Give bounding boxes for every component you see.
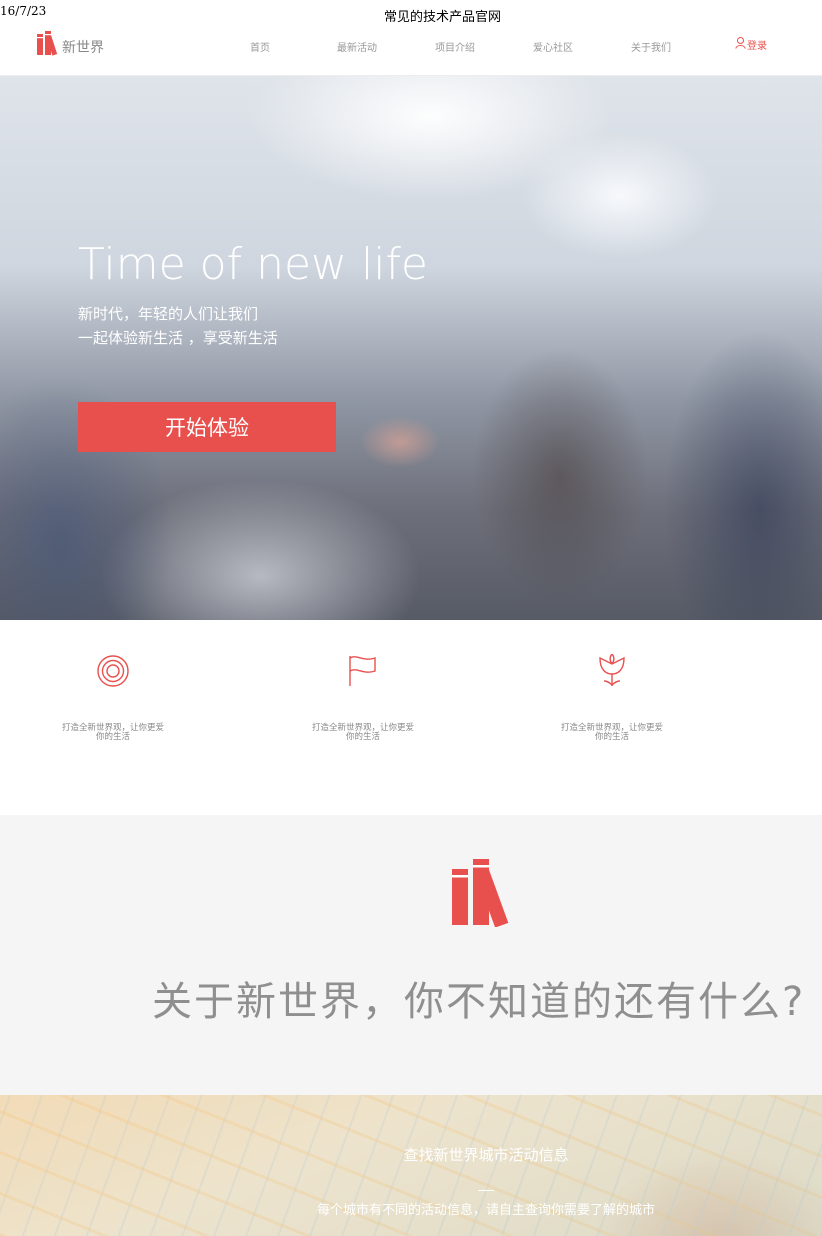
about-section: 关于新世界，你不知道的还有什么? [0,815,822,1095]
flag-icon [347,654,379,692]
features-section: 打造全新世界观，让你更爱 你的生活 打造全新世界观，让你更爱 你的生活 打造全新 [0,620,822,815]
city-search-title: 查找新世界城市活动信息 [403,1146,569,1164]
city-search-section: 查找新世界城市活动信息 每个城市有不同的活动信息，请自主查询你需要了解的城市 [0,1095,822,1236]
feature-text-line2: 你的生活 [95,732,130,742]
feature-text: 打造全新世界观，让你更爱 你的生活 [293,724,433,742]
hero-subtitle-line2: 一起体验新生活 ，享受新生活 [78,329,278,347]
login-label: 登录 [747,41,767,52]
feature-text-line2: 你的生活 [345,732,380,742]
feature-text-line2: 你的生活 [594,732,629,742]
books-logo-icon [452,855,524,931]
feature-text: 打造全新世界观，让你更爱 你的生活 [43,724,183,742]
nav-item-projects[interactable]: 项目介绍 [435,39,475,54]
user-icon [735,37,747,52]
start-experience-button[interactable]: 开始体验 [78,402,336,452]
logo-text: 新世界 [62,40,104,56]
target-icon [96,654,130,692]
logo[interactable]: 新世界 [36,30,104,56]
hero-title: Time of new life [78,239,429,290]
print-date: 16/7/23 [0,4,47,18]
divider [478,1190,494,1191]
hero-subtitle-line1: 新时代，年轻的人们让我们 [78,305,259,323]
about-title: 关于新世界，你不知道的还有什么? [152,979,806,1025]
hero-banner: Time of new life 新时代，年轻的人们让我们 一起体验新生活 ，享… [0,76,822,620]
feature-text: 打造全新世界观，让你更爱 你的生活 [542,724,682,742]
nav-item-home[interactable]: 首页 [250,39,270,54]
nav-item-community[interactable]: 爱心社区 [533,39,573,54]
nav-item-latest-events[interactable]: 最新活动 [337,39,377,54]
nav-item-about[interactable]: 关于我们 [631,39,671,54]
login-link[interactable]: 登录 [735,37,767,52]
top-nav: 新世界 首页 最新活动 项目介绍 爱心社区 关于我们 登录 [0,22,822,76]
books-logo-icon [36,30,60,56]
flower-icon [596,653,628,692]
city-search-subtitle: 每个城市有不同的活动信息，请自主查询你需要了解的城市 [316,1203,655,1218]
